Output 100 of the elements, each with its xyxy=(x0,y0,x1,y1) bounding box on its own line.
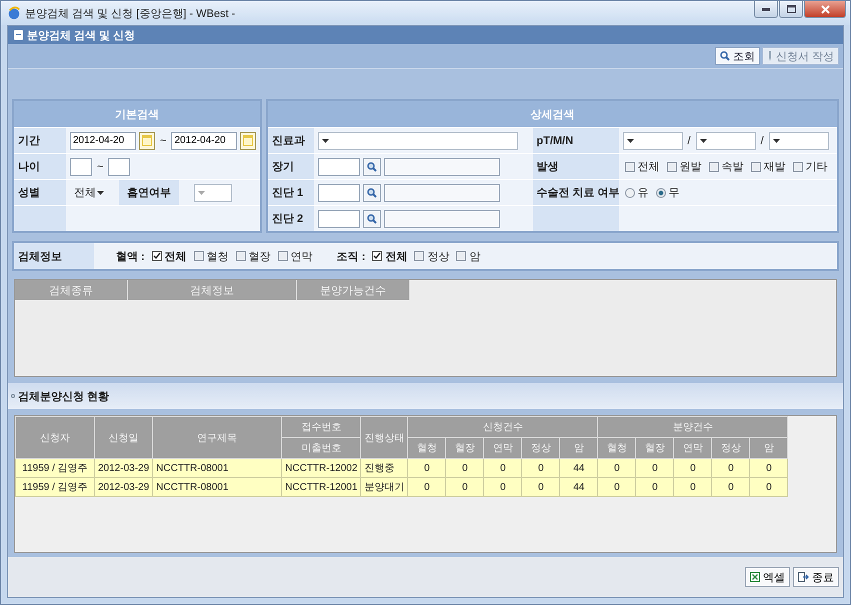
code-field[interactable] xyxy=(318,184,360,202)
option-label: 혈청 xyxy=(206,250,229,264)
column-header: 혈장 xyxy=(636,438,674,458)
lookup-button[interactable] xyxy=(363,158,381,176)
date-field[interactable]: 2012-04-20 xyxy=(70,132,136,150)
column-header: 신청일 xyxy=(94,416,153,458)
checkbox[interactable] xyxy=(194,251,204,261)
option-label: 혈장 xyxy=(248,250,271,264)
close-button[interactable] xyxy=(804,1,846,18)
table-cell: 11959 / 김영주 xyxy=(16,478,94,496)
table-cell: 0 xyxy=(408,458,446,478)
radio-button[interactable] xyxy=(656,188,666,198)
sex-dropdown[interactable]: 전체 xyxy=(70,184,110,202)
age-field[interactable] xyxy=(108,158,130,176)
code-field[interactable] xyxy=(318,158,360,176)
code-field[interactable] xyxy=(318,210,360,228)
table-cell: 11959 / 김영주 xyxy=(16,458,94,478)
option-label: 전체 xyxy=(164,250,187,264)
toolbar-button[interactable]: 조회 xyxy=(714,47,760,65)
checkbox[interactable] xyxy=(236,251,246,261)
field-label: 장기 xyxy=(268,154,314,179)
checkbox[interactable] xyxy=(456,251,466,261)
caret-icon xyxy=(97,190,104,194)
caret-icon xyxy=(322,138,329,142)
checkbox[interactable] xyxy=(372,251,382,261)
search-icon xyxy=(720,51,730,61)
maximize-button[interactable] xyxy=(779,1,803,18)
option-label: 기타 xyxy=(806,160,828,174)
department-dropdown[interactable] xyxy=(318,132,518,150)
calendar-button[interactable] xyxy=(139,132,155,150)
column-header: 미출번호 xyxy=(282,438,361,458)
caret-icon xyxy=(626,138,634,142)
caret-icon xyxy=(772,138,780,142)
range-separator: ~ xyxy=(96,160,104,172)
field-label: 검체정보 xyxy=(14,243,94,269)
checkbox[interactable] xyxy=(750,162,760,172)
table-cell: NCCTTR-12001 xyxy=(282,478,361,496)
radio-button[interactable] xyxy=(624,188,634,198)
window-title: 분양검체 검색 및 신청 [중앙은행] - WBest - xyxy=(25,6,236,20)
stage-dropdown[interactable] xyxy=(696,132,756,150)
footer-button[interactable]: 엑셀 xyxy=(745,567,790,587)
name-field[interactable] xyxy=(384,210,500,228)
footer-button[interactable]: 종료 xyxy=(793,567,839,587)
table-cell: 0 xyxy=(484,478,522,496)
maximize-icon xyxy=(786,5,796,13)
checkbox[interactable] xyxy=(152,251,162,261)
table-cell: 0 xyxy=(484,458,522,478)
minimize-icon xyxy=(762,8,770,10)
table-cell: 44 xyxy=(560,478,598,496)
lookup-button[interactable] xyxy=(363,210,381,228)
group-label: 혈액 : xyxy=(116,250,145,264)
table-cell: 0 xyxy=(446,458,484,478)
pencil-icon xyxy=(766,51,773,61)
app-icon xyxy=(7,6,21,20)
smoking-dropdown[interactable] xyxy=(194,184,232,202)
table-cell: 0 xyxy=(750,478,788,496)
field-label: 진단 1 xyxy=(268,180,314,205)
lookup-button[interactable] xyxy=(363,184,381,202)
option-label: 속발 xyxy=(722,160,744,174)
search-icon xyxy=(367,214,377,224)
table-cell: 0 xyxy=(522,478,560,496)
age-field[interactable] xyxy=(70,158,92,176)
column-header: 암 xyxy=(750,438,788,458)
name-field[interactable] xyxy=(384,184,500,202)
option-label: 정상 xyxy=(427,250,450,264)
table-cell: 0 xyxy=(636,458,674,478)
checkbox[interactable] xyxy=(624,162,634,172)
panel-title: 상세검색 xyxy=(268,101,837,127)
exit-icon xyxy=(798,572,809,582)
field-label: 흡연여부 xyxy=(119,180,179,205)
table-cell: 0 xyxy=(674,478,712,496)
column-header: 정상 xyxy=(712,438,750,458)
document-icon xyxy=(14,30,23,40)
checkbox[interactable] xyxy=(414,251,424,261)
table-cell: 진행중 xyxy=(360,458,408,478)
table-cell: 0 xyxy=(674,458,712,478)
option-label: 재발 xyxy=(764,160,786,174)
column-group-header: 분양건수 xyxy=(598,416,788,438)
table-cell: 0 xyxy=(712,458,750,478)
stage-dropdown[interactable] xyxy=(622,132,682,150)
checkbox[interactable] xyxy=(278,251,288,261)
table-cell: 0 xyxy=(522,458,560,478)
stage-dropdown[interactable] xyxy=(768,132,829,150)
calendar-button[interactable] xyxy=(240,132,256,150)
column-header: 연구제목 xyxy=(152,416,282,458)
checkbox[interactable] xyxy=(666,162,676,172)
field-label: 나이 xyxy=(14,154,66,179)
table-cell: NCCTTR-12002 xyxy=(282,458,361,478)
option-label: 전체 xyxy=(385,250,408,264)
checkbox[interactable] xyxy=(708,162,718,172)
column-header: 신청자 xyxy=(16,416,94,458)
search-icon xyxy=(367,188,377,198)
option-label: 무 xyxy=(668,186,680,200)
checkbox[interactable] xyxy=(792,162,802,172)
header-title: 분양검체 검색 및 신청 xyxy=(27,28,136,42)
field-label: 성별 xyxy=(14,180,66,205)
group-label: 조직 : xyxy=(336,250,366,264)
name-field[interactable] xyxy=(384,158,500,176)
minimize-button[interactable] xyxy=(754,1,778,18)
date-field[interactable]: 2012-04-20 xyxy=(171,132,238,150)
